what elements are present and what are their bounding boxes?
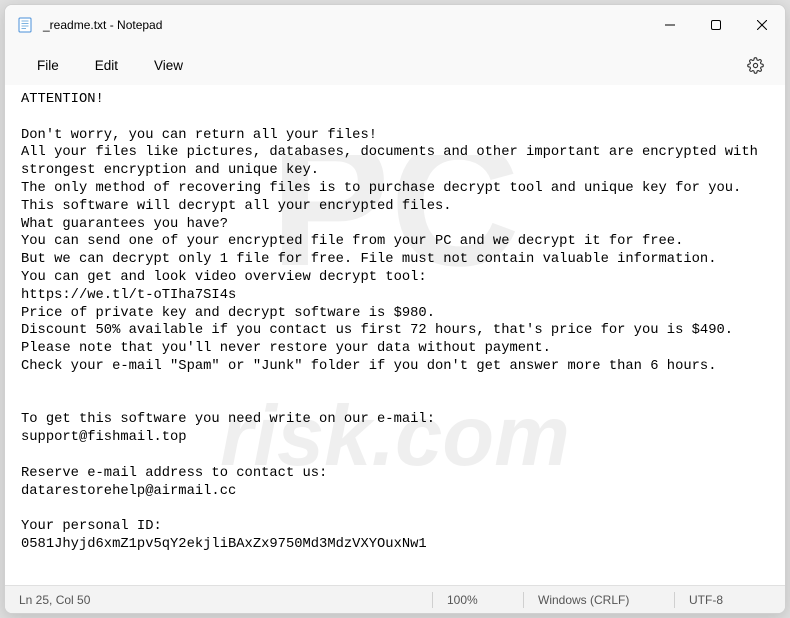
notepad-icon [17,17,33,33]
text-editor[interactable]: ATTENTION! Don't worry, you can return a… [5,85,785,585]
menu-file[interactable]: File [19,52,77,79]
window-controls [647,5,785,45]
gear-icon [747,57,764,74]
window-title: _readme.txt - Notepad [43,18,647,32]
close-icon [757,20,767,30]
maximize-button[interactable] [693,5,739,45]
settings-button[interactable] [739,49,771,81]
maximize-icon [711,20,721,30]
titlebar[interactable]: _readme.txt - Notepad [5,5,785,45]
status-line-ending: Windows (CRLF) [524,586,674,613]
menubar: File Edit View [5,45,785,85]
status-encoding: UTF-8 [675,586,785,613]
notepad-window: _readme.txt - Notepad File Edit View PC [4,4,786,614]
editor-content: PC risk.com ATTENTION! Don't worry, you … [5,85,785,585]
menu-edit[interactable]: Edit [77,52,136,79]
statusbar: Ln 25, Col 50 100% Windows (CRLF) UTF-8 [5,585,785,613]
status-zoom[interactable]: 100% [433,586,523,613]
minimize-button[interactable] [647,5,693,45]
menu-view[interactable]: View [136,52,201,79]
minimize-icon [665,20,675,30]
status-position: Ln 25, Col 50 [5,586,432,613]
close-button[interactable] [739,5,785,45]
